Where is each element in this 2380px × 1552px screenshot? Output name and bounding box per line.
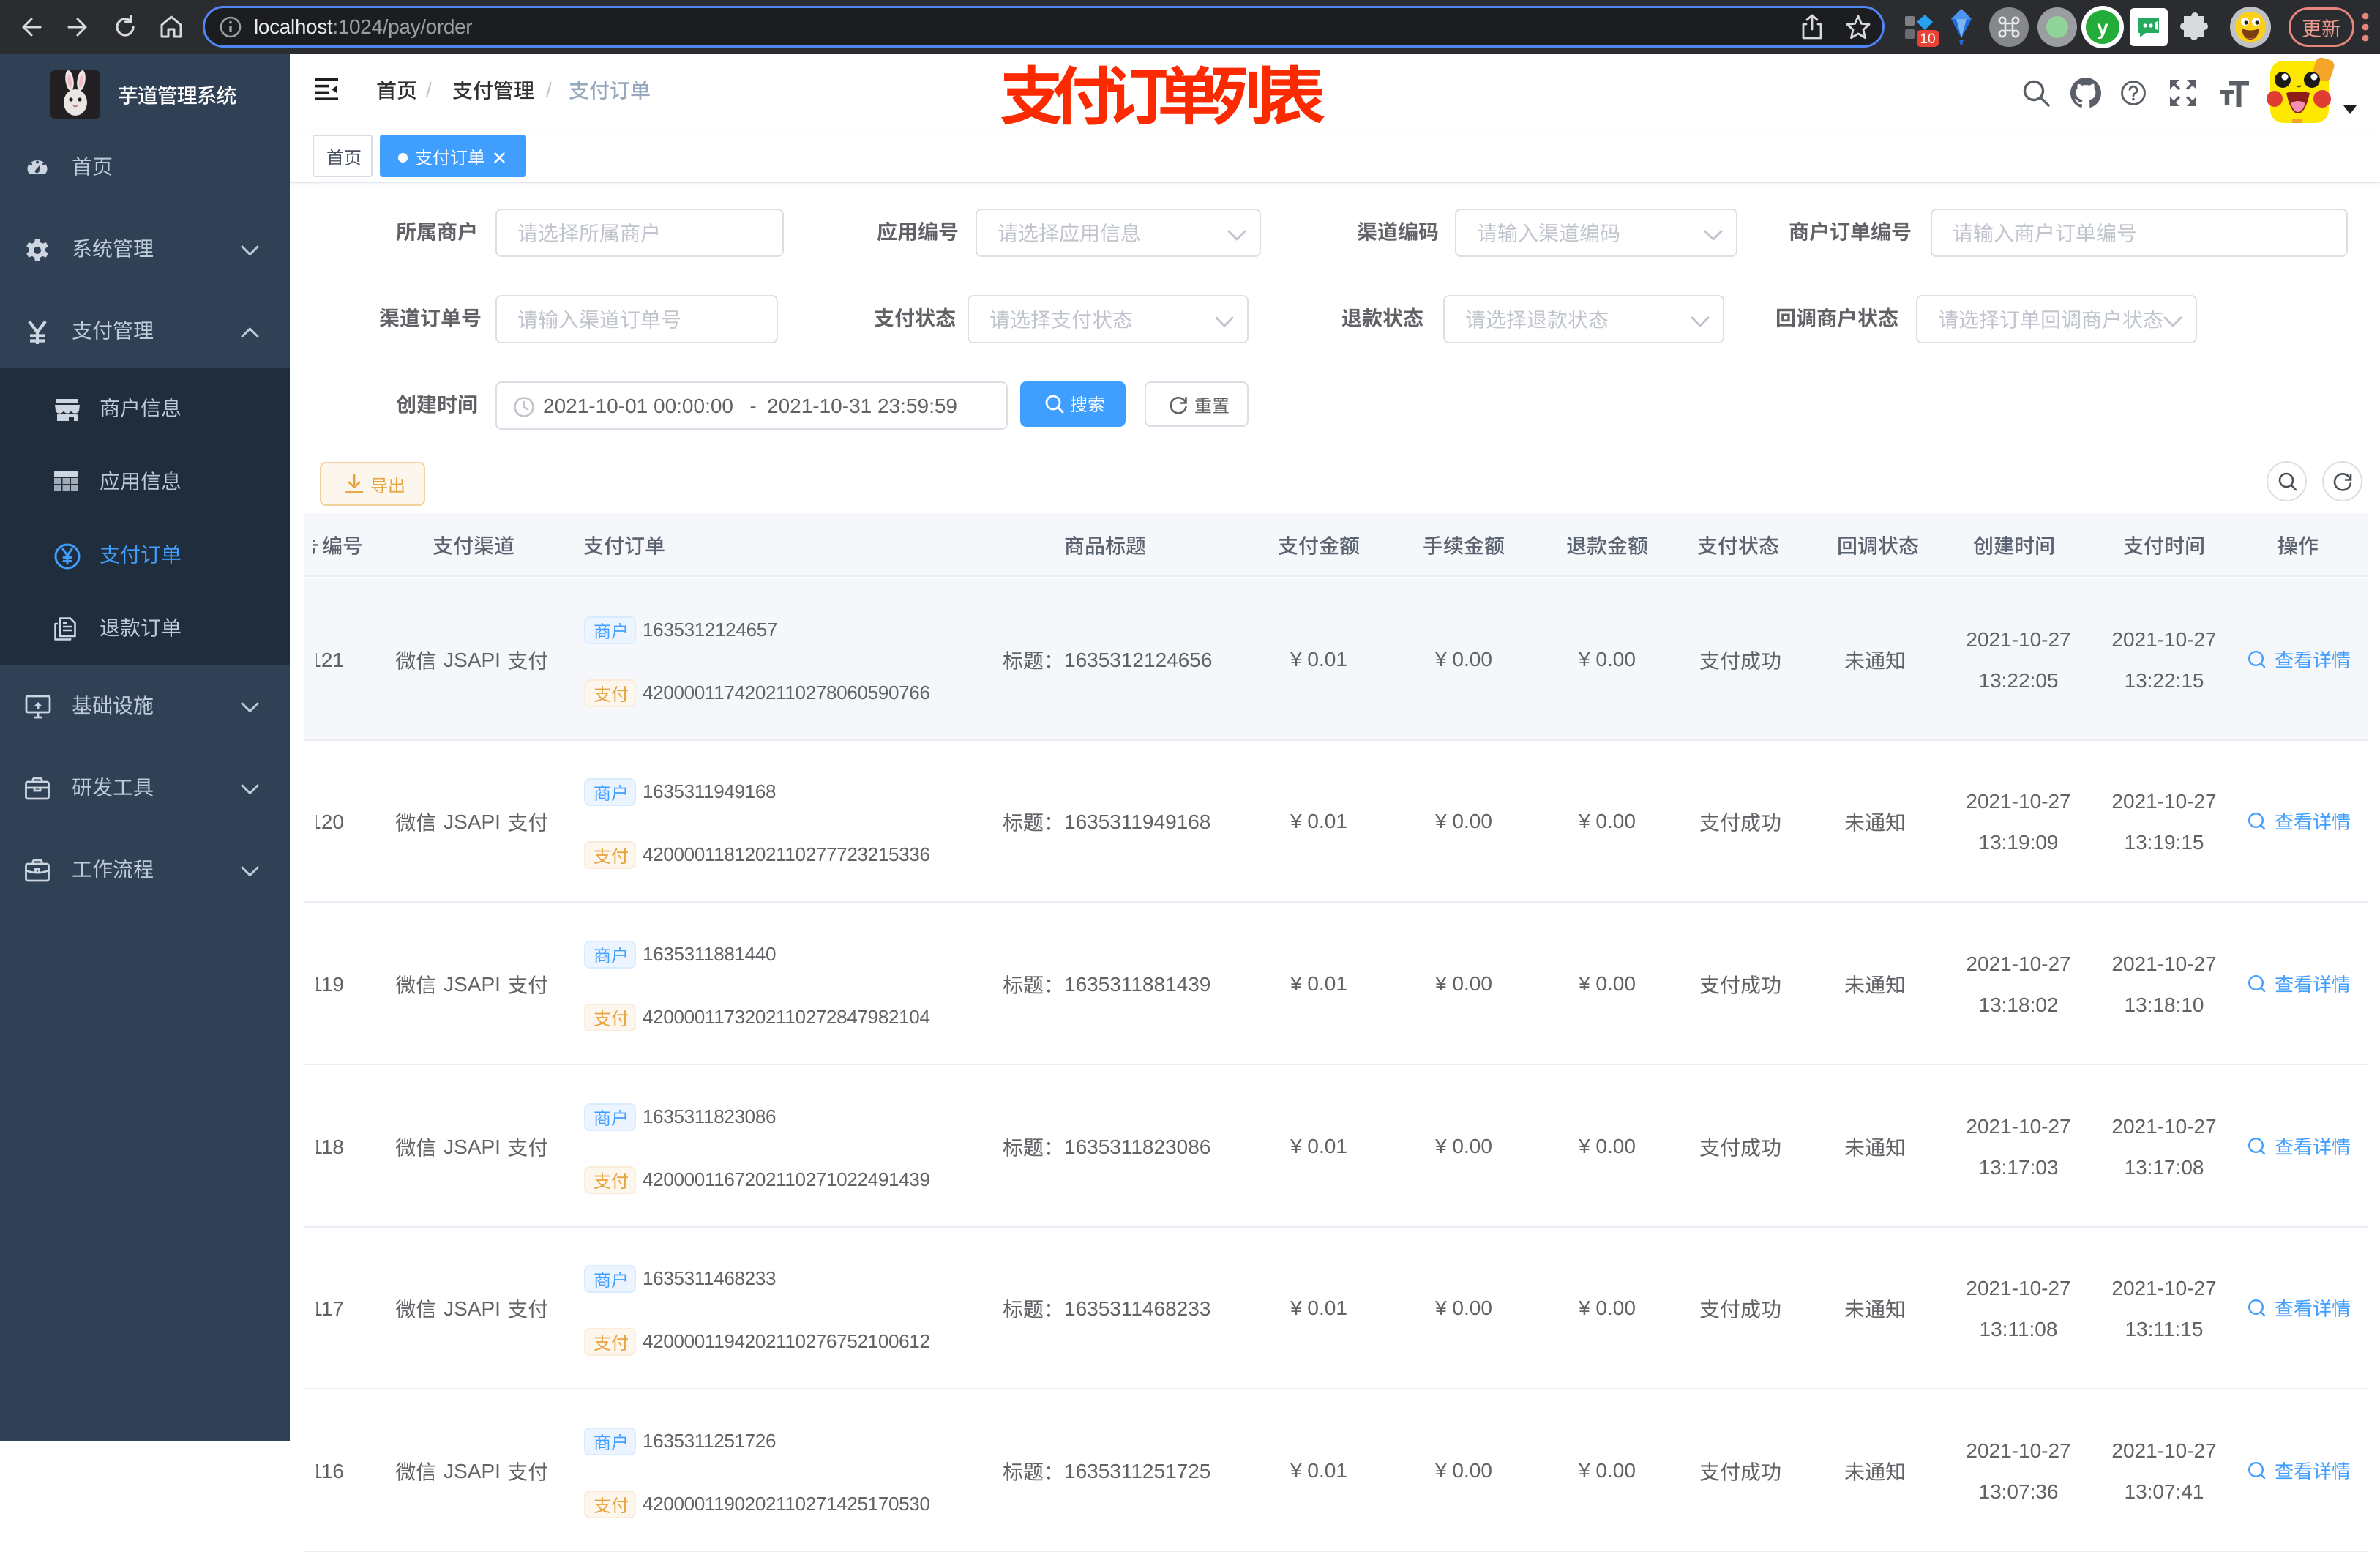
svg-text:10: 10	[1920, 31, 1935, 47]
svg-text:y: y	[2097, 16, 2108, 39]
